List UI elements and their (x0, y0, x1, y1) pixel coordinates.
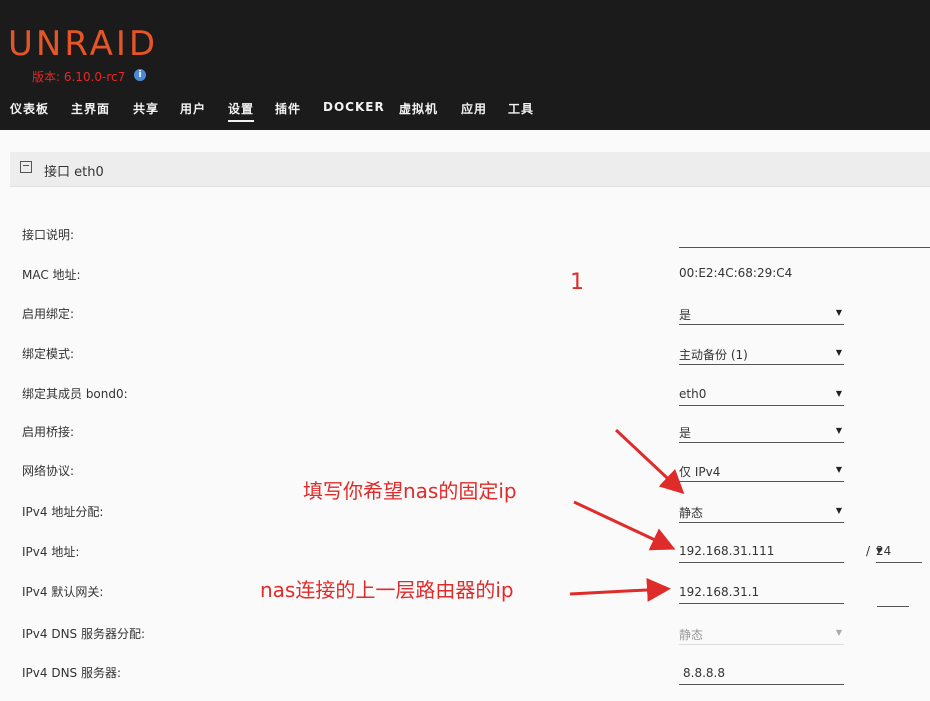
gateway-input[interactable]: 192.168.31.1 (679, 583, 844, 604)
chevron-down-icon: ▼ (835, 506, 842, 515)
annotation-number: 1 (570, 270, 584, 295)
chevron-down-icon: ▼ (835, 465, 842, 474)
nav-plugins[interactable]: 插件 (275, 100, 301, 117)
unraid-logo[interactable]: UNRAID (8, 24, 158, 64)
ipv4-assign-label: IPv4 地址分配: (22, 505, 104, 519)
ipv4-address-label: IPv4 地址: (22, 545, 80, 559)
nav-shares[interactable]: 共享 (133, 100, 159, 117)
bridging-label: 启用桥接: (22, 425, 75, 439)
mac-value: 00:E2:4C:68:29:C4 (679, 266, 793, 280)
dns-assign-label: IPv4 DNS 服务器分配: (22, 627, 146, 641)
netmask-separator: / (866, 544, 871, 558)
nav-tools[interactable]: 工具 (508, 100, 534, 117)
bridging-select[interactable]: 是 ▼ (679, 422, 844, 443)
protocol-select[interactable]: 仅 IPv4 ▼ (679, 461, 844, 482)
bonding-label: 启用绑定: (22, 307, 75, 321)
bond-members-label: 绑定其成员 bond0: (22, 387, 128, 401)
info-icon[interactable]: i (134, 69, 146, 81)
chevron-down-icon: ▼ (835, 628, 842, 637)
chevron-down-icon: ▼ (835, 308, 842, 317)
gateway-metric-input[interactable] (877, 586, 909, 607)
nav-docker[interactable]: DOCKER (323, 100, 385, 114)
panel-title: 接口 eth0 (44, 165, 104, 180)
nav-users[interactable]: 用户 (180, 100, 206, 117)
network-interface-icon (20, 161, 32, 173)
mac-label: MAC 地址: (22, 268, 81, 282)
description-label: 接口说明: (22, 228, 75, 242)
description-input[interactable] (679, 227, 930, 248)
bond-mode-select[interactable]: 主动备份 (1) ▼ (679, 344, 844, 365)
dns-server-input[interactable]: 8.8.8.8 (679, 664, 844, 685)
bond-mode-label: 绑定模式: (22, 347, 75, 361)
chevron-down-icon: ▼ (835, 348, 842, 357)
netmask-select[interactable]: 24 ▼ (876, 542, 922, 563)
top-header: UNRAID 版本: 6.10.0-rc7 i 仪表板 主界面 共享 用户 设置… (0, 0, 930, 130)
nav-settings[interactable]: 设置 (228, 100, 255, 122)
ipv4-assign-select[interactable]: 静态 ▼ (679, 502, 844, 523)
chevron-down-icon: ▼ (876, 546, 883, 555)
nav-vms[interactable]: 虚拟机 (399, 100, 438, 117)
chevron-down-icon: ▼ (835, 389, 842, 398)
annotation-fixed-ip: 填写你希望nas的固定ip (303, 479, 517, 503)
ipv4-address-input[interactable]: 192.168.31.111 (679, 542, 844, 563)
protocol-label: 网络协议: (22, 464, 75, 478)
settings-content: 接口 eth0 (0, 130, 930, 701)
dns-assign-select[interactable]: 静态 ▼ (679, 624, 844, 645)
version-text: 版本: 6.10.0-rc7 (32, 70, 126, 84)
bond-members-select[interactable]: eth0 ▼ (679, 385, 844, 406)
gateway-label: IPv4 默认网关: (22, 585, 104, 599)
interface-panel-header: 接口 eth0 (10, 152, 930, 187)
dns-server-label: IPv4 DNS 服务器: (22, 666, 122, 680)
nav-dashboard[interactable]: 仪表板 (10, 100, 49, 117)
bonding-select[interactable]: 是 ▼ (679, 304, 844, 325)
nav-main[interactable]: 主界面 (71, 100, 110, 117)
nav-apps[interactable]: 应用 (461, 100, 487, 117)
chevron-down-icon: ▼ (835, 426, 842, 435)
annotation-router-ip: nas连接的上一层路由器的ip (260, 578, 514, 602)
